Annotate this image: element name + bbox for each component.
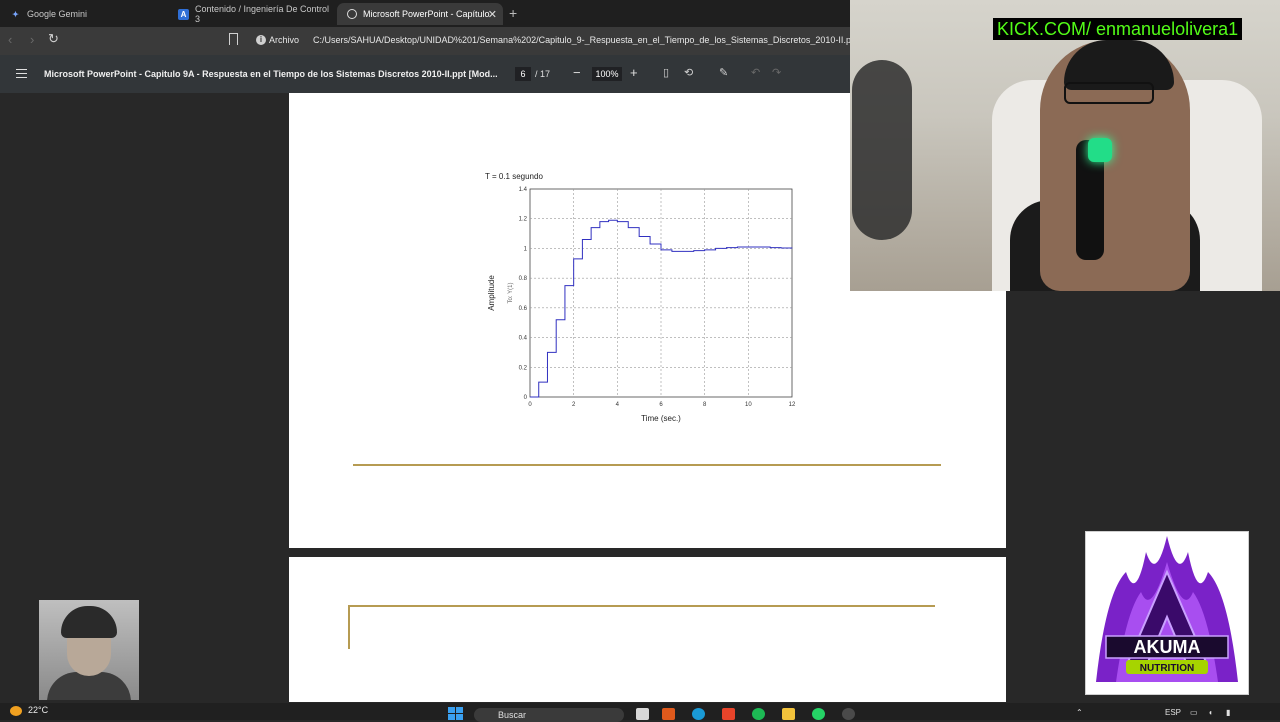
- spotify-icon[interactable]: [752, 708, 765, 720]
- chart-grid: [530, 189, 792, 397]
- zoom-out-button[interactable]: −: [573, 65, 581, 80]
- url-field[interactable]: C:/Users/SAHUA/Desktop/UNIDAD%201/Semana…: [313, 35, 850, 45]
- x-tick-label: 10: [745, 402, 752, 408]
- y-tick-label: 0.6: [519, 306, 528, 312]
- menu-icon[interactable]: [16, 69, 27, 78]
- fan-image: [852, 60, 912, 240]
- pdf-toolbar: Microsoft PowerPoint - Capitulo 9A - Res…: [0, 55, 850, 93]
- y-tick-label: 0: [524, 395, 528, 401]
- slide-header-line: [348, 605, 935, 607]
- rotate-icon[interactable]: ⟲: [684, 66, 693, 79]
- page-number-input[interactable]: 6: [515, 67, 531, 81]
- y-axis-label: Amplitude: [487, 275, 496, 311]
- y-axis-sublabel: To: Y(1): [508, 283, 514, 304]
- windows-start-icon[interactable]: [448, 707, 464, 720]
- fit-page-icon[interactable]: ▯: [663, 66, 669, 79]
- y-tick-label: 0.8: [519, 276, 528, 282]
- avatar-portrait: [39, 600, 139, 700]
- x-tick-label: 8: [703, 402, 707, 408]
- tab-label: Google Gemini: [27, 9, 88, 19]
- slide-divider: [353, 464, 941, 466]
- x-tick-label: 6: [659, 402, 663, 408]
- annotate-icon[interactable]: ✎: [719, 66, 728, 79]
- y-tick-label: 1.4: [519, 187, 528, 193]
- tab-powerpoint-pdf[interactable]: Microsoft PowerPoint - Capítulo ✕: [337, 3, 503, 25]
- streamer-glasses: [1064, 82, 1154, 104]
- redo-icon[interactable]: ↷: [772, 66, 781, 79]
- tab-label: Microsoft PowerPoint - Capítulo: [363, 9, 490, 19]
- y-tick-label: 1: [524, 246, 528, 252]
- reload-button[interactable]: ↻: [48, 31, 59, 47]
- weather-widget[interactable]: 22°C: [10, 705, 48, 716]
- close-tab-icon[interactable]: ✕: [488, 8, 497, 21]
- forward-button[interactable]: ›: [30, 32, 34, 47]
- page-total: / 17: [535, 69, 551, 79]
- x-tick-label: 12: [789, 402, 796, 408]
- edge-icon[interactable]: [692, 708, 705, 720]
- volume-icon[interactable]: ◖: [1208, 708, 1213, 717]
- task-view-icon[interactable]: [636, 708, 649, 720]
- chart-title: T = 0.1 segundo: [485, 172, 543, 181]
- x-tick-label: 4: [616, 402, 620, 408]
- microphone-light: [1088, 138, 1112, 162]
- windows-taskbar: 22°C Buscar ⌃ ESP ▭ ◖ ▮: [0, 703, 1280, 722]
- whatsapp-icon[interactable]: [812, 708, 825, 720]
- weather-temp: 22°C: [28, 705, 49, 715]
- tray-chevron-icon[interactable]: ⌃: [1076, 708, 1083, 717]
- chart-ticks: 0 2 4 6 8 10 12 0 0.2 0.4 0.6 0.8 1 1.2 1.4: [519, 187, 796, 408]
- logo-graphic: AKUMA NUTRITION: [1096, 536, 1238, 682]
- language-indicator[interactable]: ESP: [1165, 708, 1181, 717]
- course-icon: A: [178, 8, 189, 20]
- network-icon[interactable]: ▭: [1190, 708, 1198, 717]
- x-axis-label: Time (sec.): [641, 414, 681, 423]
- x-tick-label: 0: [528, 402, 532, 408]
- globe-icon: [347, 9, 357, 19]
- document-title: Microsoft PowerPoint - Capitulo 9A - Res…: [44, 69, 498, 79]
- akuma-nutrition-logo: AKUMA NUTRITION: [1085, 531, 1249, 695]
- logo-sub-text: NUTRITION: [1140, 663, 1194, 674]
- slide-side-line: [348, 605, 350, 649]
- battery-icon[interactable]: ▮: [1226, 708, 1230, 717]
- tab-label: Contenido / Ingeniería De Control 3: [194, 4, 330, 24]
- weather-icon: [10, 705, 22, 716]
- zoom-level-input[interactable]: 100%: [592, 67, 622, 81]
- info-icon[interactable]: i: [256, 35, 266, 45]
- y-tick-label: 0.4: [519, 336, 528, 342]
- bookmark-icon[interactable]: [229, 33, 238, 45]
- undo-icon[interactable]: ↶: [751, 66, 760, 79]
- file-scheme-label: Archivo: [269, 35, 300, 45]
- logo-brand-text: AKUMA: [1134, 637, 1201, 657]
- gemini-icon: ✦: [12, 9, 19, 19]
- kick-channel-label: KICK.COM/ enmanuelolivera1: [993, 18, 1243, 40]
- back-button[interactable]: ‹: [8, 32, 12, 47]
- chrome-icon[interactable]: [842, 708, 855, 720]
- tab-google-gemini[interactable]: ✦ Google Gemini: [0, 3, 168, 25]
- x-tick-label: 2: [572, 402, 576, 408]
- y-tick-label: 1.2: [519, 217, 528, 223]
- zoom-in-button[interactable]: +: [630, 65, 638, 80]
- file-explorer-icon[interactable]: [782, 708, 795, 720]
- browser-tab-strip: ✦ Google Gemini A Contenido / Ingeniería…: [0, 0, 850, 27]
- office-icon[interactable]: [662, 708, 675, 720]
- avatar-hair: [61, 606, 117, 638]
- avatar-body: [47, 672, 131, 700]
- tab-contenido[interactable]: A Contenido / Ingeniería De Control 3: [168, 3, 336, 25]
- new-tab-button[interactable]: +: [509, 5, 517, 21]
- address-bar-row: ‹ › ↻ i Archivo C:/Users/SAHUA/Desktop/U…: [0, 27, 850, 55]
- brave-icon[interactable]: [722, 708, 735, 720]
- pdf-page-7: [289, 557, 1006, 702]
- y-tick-label: 0.2: [519, 365, 528, 371]
